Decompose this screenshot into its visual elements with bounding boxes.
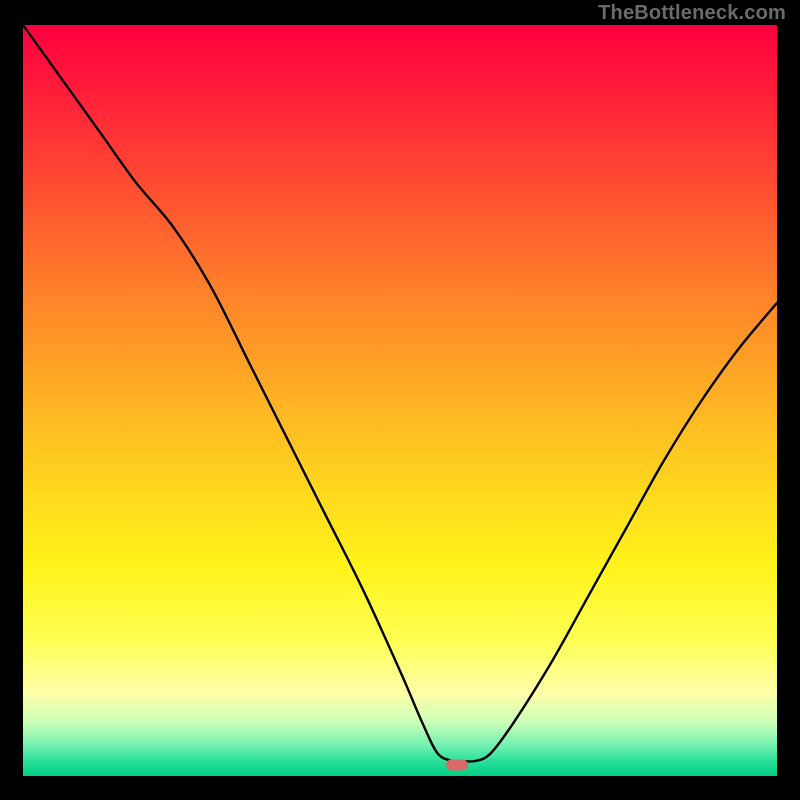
attribution-text: TheBottleneck.com xyxy=(598,2,786,25)
optimum-marker xyxy=(446,759,468,770)
chart-frame: TheBottleneck.com xyxy=(0,0,800,800)
plot-area xyxy=(23,25,777,776)
bottleneck-curve xyxy=(23,25,777,776)
